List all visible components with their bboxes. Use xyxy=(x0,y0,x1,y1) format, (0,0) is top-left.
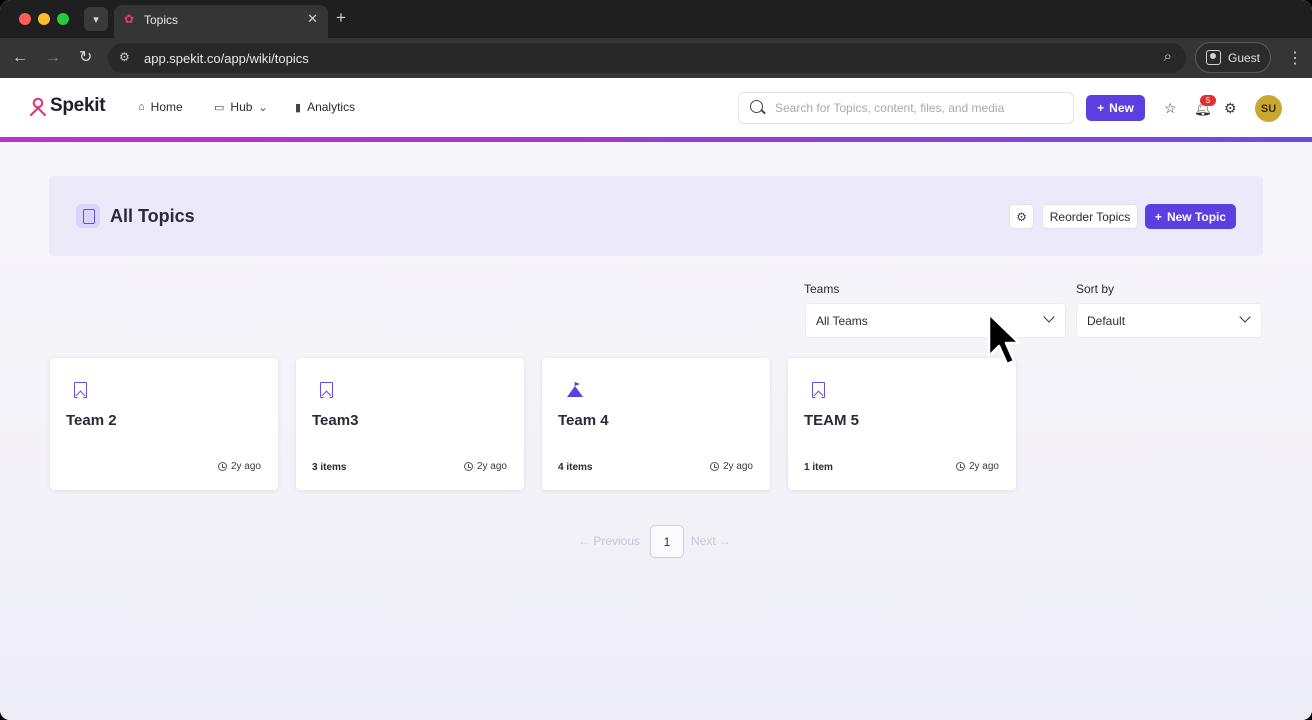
page-number-button[interactable]: 1 xyxy=(650,525,684,558)
notification-badge: 5 xyxy=(1200,95,1216,106)
sort-by-label: Sort by xyxy=(1076,282,1115,296)
browser-tab-topics[interactable]: ✿ Topics ✕ xyxy=(114,5,328,38)
reorder-topics-button[interactable]: Reorder Topics xyxy=(1042,204,1138,229)
bar-chart-icon: ▮ xyxy=(295,101,302,114)
sort-select[interactable]: Default xyxy=(1076,303,1262,338)
spekit-logo-icon[interactable] xyxy=(29,97,47,117)
new-topic-button[interactable]: + New Topic xyxy=(1145,204,1236,229)
topic-card-count: 4 items xyxy=(558,462,593,473)
bookmark-icon xyxy=(812,382,825,398)
new-button[interactable]: + New xyxy=(1086,95,1145,121)
chevron-down-icon xyxy=(1043,311,1055,323)
topic-card-time: 2y ago xyxy=(217,461,261,472)
global-search[interactable] xyxy=(738,92,1074,124)
topic-card-title: Team 2 xyxy=(66,412,117,429)
new-topic-label: New Topic xyxy=(1166,209,1227,224)
topic-card-title: Team 4 xyxy=(558,412,609,429)
browser-menu-icon[interactable]: ⋮ xyxy=(1287,48,1303,68)
previous-label: Previous xyxy=(593,534,641,548)
nav-analytics[interactable]: ▮ Analytics xyxy=(295,100,355,114)
forward-arrow-icon[interactable]: → xyxy=(45,48,61,68)
mouse-cursor-icon xyxy=(987,312,1020,366)
topic-card-time-label: 2y ago xyxy=(968,461,999,472)
address-url[interactable]: app.spekit.co/app/wiki/topics xyxy=(144,51,309,66)
plus-icon: + xyxy=(1097,101,1105,115)
chevron-down-icon: ⌄ xyxy=(258,101,268,114)
page-title: All Topics xyxy=(110,206,195,226)
star-icon[interactable]: ☆ xyxy=(1164,100,1177,117)
topic-card-count: 3 items xyxy=(312,462,347,473)
search-icon xyxy=(750,100,763,113)
topic-card-time: 2y ago xyxy=(955,461,999,472)
topic-card-time-label: 2y ago xyxy=(230,461,261,472)
topic-card-time: 2y ago xyxy=(463,461,507,472)
clock-icon xyxy=(217,462,227,471)
close-window-button[interactable] xyxy=(19,13,31,25)
gear-icon: ⚙ xyxy=(1016,209,1027,224)
browser-tab-bar: ▾ ✿ Topics ✕ + xyxy=(0,0,1312,38)
teams-filter-label: Teams xyxy=(804,282,840,296)
topic-card[interactable]: Team 4 4 items 2y ago xyxy=(542,358,770,490)
next-page-button[interactable]: Next → xyxy=(691,534,731,548)
topic-settings-button[interactable]: ⚙ xyxy=(1009,204,1034,229)
address-bar[interactable]: ⚙ app.spekit.co/app/wiki/topics ⌕ xyxy=(108,43,1186,73)
browser-toolbar: ← → ↻ ⚙ app.spekit.co/app/wiki/topics ⌕ … xyxy=(0,38,1312,78)
nav-analytics-label: Analytics xyxy=(307,100,356,114)
clock-icon xyxy=(463,462,473,471)
topic-card[interactable]: Team3 3 items 2y ago xyxy=(296,358,524,490)
topic-card-title: TEAM 5 xyxy=(804,412,860,429)
plus-icon: + xyxy=(1154,209,1162,224)
tab-search-button[interactable]: ▾ xyxy=(84,7,108,31)
nav-hub[interactable]: ▭ Hub ⌄ xyxy=(214,100,268,114)
clock-icon xyxy=(955,462,965,471)
profile-label: Guest xyxy=(1228,51,1261,65)
topics-banner: All Topics ⚙ Reorder Topics + New Topic xyxy=(49,176,1263,256)
new-tab-button[interactable]: + xyxy=(336,8,346,28)
nav-home-label: Home xyxy=(150,100,183,114)
chevron-down-icon: ▾ xyxy=(93,13,99,26)
spekit-favicon-icon: ✿ xyxy=(124,12,135,26)
teams-select-value: All Teams xyxy=(816,314,868,328)
app-header: Spekit ⌂ Home ▭ Hub ⌄ ▮ Analytics + New … xyxy=(0,78,1312,137)
chevron-down-icon xyxy=(1239,311,1251,323)
search-input[interactable] xyxy=(775,94,1065,122)
tab-close-icon[interactable]: ✕ xyxy=(307,11,318,27)
browser-window: ▾ ✿ Topics ✕ + ← → ↻ ⚙ app.spekit.co/app… xyxy=(0,0,1312,720)
topic-card-title: Team3 xyxy=(312,412,359,429)
tab-title: Topics xyxy=(144,13,179,27)
maximize-window-button[interactable] xyxy=(57,13,69,25)
topics-book-icon xyxy=(76,204,100,228)
avatar[interactable]: SU xyxy=(1255,95,1282,122)
profile-icon xyxy=(1206,50,1221,65)
bookmark-icon xyxy=(320,382,333,398)
previous-page-button[interactable]: ← Previous xyxy=(578,534,640,548)
nav-home[interactable]: ⌂ Home xyxy=(138,100,183,114)
clock-icon xyxy=(709,462,719,471)
topic-card-time: 2y ago xyxy=(709,461,753,472)
next-label: Next xyxy=(691,534,716,548)
teams-select[interactable]: All Teams xyxy=(805,303,1066,338)
home-icon: ⌂ xyxy=(138,101,145,113)
nav-hub-label: Hub xyxy=(230,100,253,114)
gear-icon[interactable]: ⚙ xyxy=(1224,100,1237,117)
mountain-flag-icon xyxy=(567,382,583,397)
topic-card-time-label: 2y ago xyxy=(722,461,753,472)
bookmark-icon xyxy=(74,382,87,398)
sort-select-value: Default xyxy=(1087,314,1126,328)
reload-icon[interactable]: ↻ xyxy=(79,48,92,68)
pagination: ← Previous 1 Next → xyxy=(0,525,1312,558)
topic-card-count: 1 item xyxy=(804,462,833,473)
new-button-label: New xyxy=(1109,101,1134,115)
topic-card-time-label: 2y ago xyxy=(476,461,507,472)
topic-card[interactable]: TEAM 5 1 item 2y ago xyxy=(788,358,1016,490)
folder-icon: ▭ xyxy=(214,101,225,114)
minimize-window-button[interactable] xyxy=(38,13,50,25)
profile-button[interactable]: Guest xyxy=(1195,42,1271,73)
logo-text[interactable]: Spekit xyxy=(50,95,106,117)
site-settings-icon[interactable]: ⚙ xyxy=(119,50,130,64)
back-arrow-icon[interactable]: ← xyxy=(12,48,28,68)
topic-card[interactable]: Team 2 2y ago xyxy=(50,358,278,490)
zoom-magnifier-icon[interactable]: ⌕ xyxy=(1164,48,1172,65)
